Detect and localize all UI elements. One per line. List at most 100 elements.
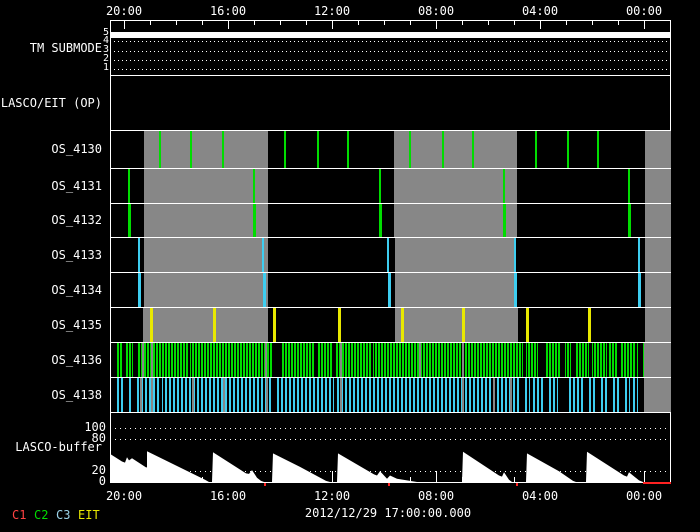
axis-tick [358,20,359,25]
time-label-top: 08:00 [418,4,454,18]
image-event-line [284,131,286,168]
image-event-line [526,308,529,342]
gray-marker-line [151,378,153,412]
image-event-line [128,204,131,237]
image-event-line [347,131,349,168]
event-gap [283,378,285,412]
red-event-tick [388,483,390,486]
image-event-line [387,238,389,272]
axis-tick [462,20,463,25]
gray-marker-line [419,343,421,377]
image-event-line [338,308,341,342]
os-enabled-block [394,131,517,168]
event-gap [523,343,526,377]
image-event-line [262,238,264,272]
event-gap [530,378,533,412]
row-label-os-4132: OS_4132 [0,213,102,227]
gray-marker-line [493,378,495,412]
gray-marker-line [266,378,268,412]
event-gap [334,378,336,412]
event-gap [558,378,567,412]
time-label-top: 04:00 [522,4,558,18]
image-event-line [253,169,255,203]
os-enabled-block [645,273,671,307]
os-enabled-block [144,169,268,203]
image-event-line [588,308,591,342]
submode-gridline [110,41,671,42]
os-enabled-block [645,238,671,272]
image-event-line [263,273,266,307]
image-event-line [273,308,276,342]
image-event-line [409,131,411,168]
event-gap [545,378,547,412]
event-gap [272,343,282,377]
os-enabled-block [645,204,671,237]
row-label-os-4136: OS_4136 [0,353,102,367]
event-gap [621,378,623,412]
axis-tick [124,20,125,29]
event-gap [607,343,609,377]
image-event-line [388,273,391,307]
image-event-line [503,204,506,237]
event-gap [188,343,190,377]
event-gap [638,378,643,412]
axis-tick [306,20,307,25]
image-event-line [213,308,216,342]
submode-gridline [110,51,671,52]
os-enabled-block [395,308,518,342]
image-event-line [472,131,474,168]
time-label-bottom: 12:00 [314,489,350,503]
os-enabled-block [144,238,268,272]
legend-item-c3: C3 [56,508,70,522]
axis-tick [202,20,203,25]
gray-marker-line [340,378,342,412]
image-event-line [628,169,630,203]
image-event-line [150,308,153,342]
buffer-series-fill [110,451,671,482]
row-label-os-4134: OS_4134 [0,283,102,297]
submode-level-label: 1 [0,63,109,73]
image-event-line [442,131,444,168]
image-event-line [514,238,516,272]
event-gap [520,378,525,412]
event-gap [630,378,633,412]
axis-tick [410,20,411,25]
time-label-top: 00:00 [626,4,662,18]
gray-marker-line [510,378,512,412]
image-event-line [535,131,537,168]
buffer-scale-label: 80 [0,432,106,445]
image-event-line [138,273,141,307]
axis-tick [176,20,177,25]
os-enabled-block [394,169,517,203]
os-enabled-block [645,169,671,203]
event-gap [589,343,592,377]
row-label-os-4135: OS_4135 [0,318,102,332]
os-enabled-block [645,308,671,342]
row-label-lasco-eit-op: LASCO/EIT (OP) [0,96,102,110]
os-enabled-block [395,273,514,307]
event-gap [123,378,127,412]
image-event-line [222,131,224,168]
image-event-line [462,308,465,342]
os-enabled-block [144,204,268,237]
image-event-line [628,204,631,237]
event-gap [597,378,600,412]
os-enabled-block [645,131,671,168]
red-event-tick [264,483,266,486]
plot-timestamp: 2012/12/29 17:00:00.000 [305,506,471,520]
event-gap [609,378,613,412]
event-gap [617,343,620,377]
image-event-line [138,238,140,272]
os-enabled-block [644,378,671,412]
image-event-line [159,131,161,168]
submode-gridline [110,69,671,70]
event-gap [131,378,136,412]
gray-marker-line [192,378,194,412]
os-enabled-block [144,273,268,307]
image-event-line [638,273,641,307]
legend-item-eit: EIT [78,508,100,522]
gray-marker-line [140,378,142,412]
lasco-timeline-chart: 20:0020:0016:0016:0012:0012:0008:0008:00… [0,0,700,532]
axis-tick [280,20,281,25]
axis-tick [150,20,151,25]
